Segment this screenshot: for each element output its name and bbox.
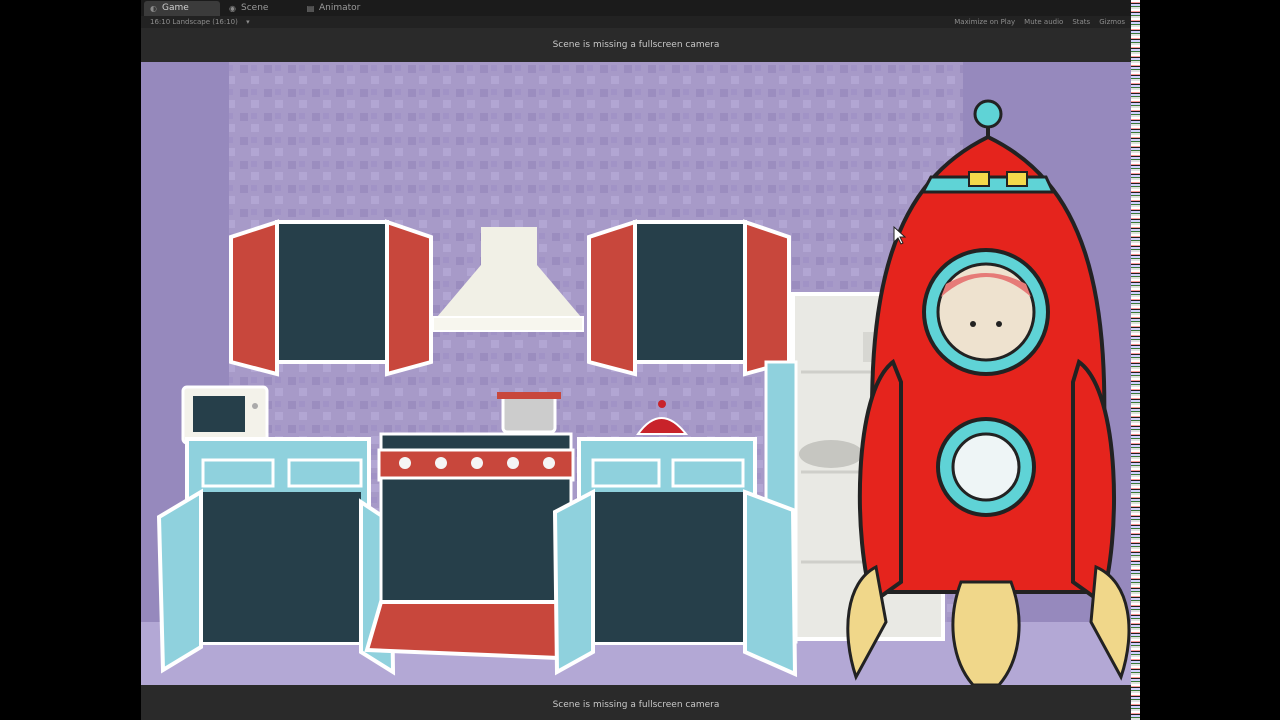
aspect-dropdown[interactable]: 16:10 Landscape (16:10) ▾: [150, 16, 250, 28]
scene-icon: ◉: [229, 4, 236, 13]
game-icon: ◐: [150, 4, 157, 13]
right-wall-cabinet: [587, 219, 791, 377]
kitchen-scene: [141, 62, 1131, 685]
missing-camera-message-bottom: Scene is missing a fullscreen camera: [552, 700, 720, 710]
tab-animator[interactable]: ▤ Animator: [301, 1, 389, 16]
left-base-cabinet: [156, 437, 396, 676]
left-wall-cabinet: [229, 219, 433, 377]
gizmos-toggle[interactable]: Gizmos: [1099, 16, 1125, 28]
game-toolbar: 16:10 Landscape (16:10) ▾ Maximize on Pl…: [141, 16, 1131, 28]
tab-animator-label: Animator: [319, 3, 361, 13]
microwave: [181, 385, 269, 445]
mute-audio-toggle[interactable]: Mute audio: [1024, 16, 1063, 28]
tab-bar: ◐ Game ◉ Scene ▤ Animator: [141, 0, 1131, 16]
tab-game[interactable]: ◐ Game: [144, 1, 220, 16]
toolbar-toggles: Maximize on Play Mute audio Stats Gizmos: [954, 16, 1125, 28]
animator-icon: ▤: [306, 4, 315, 13]
stove: [364, 432, 575, 661]
chevron-down-icon: ▾: [246, 18, 250, 26]
maximize-on-play-toggle[interactable]: Maximize on Play: [954, 16, 1015, 28]
screen-artifact-strip: [1131, 0, 1140, 720]
tab-scene-label: Scene: [241, 3, 269, 13]
cooking-pot: [497, 392, 561, 434]
game-viewport[interactable]: [141, 62, 1131, 685]
tab-scene[interactable]: ◉ Scene: [223, 1, 299, 16]
stats-toggle[interactable]: Stats: [1072, 16, 1090, 28]
aspect-dropdown-label: 16:10 Landscape (16:10): [150, 18, 238, 26]
missing-camera-message-top: Scene is missing a fullscreen camera: [552, 40, 720, 50]
tab-game-label: Game: [162, 3, 189, 13]
